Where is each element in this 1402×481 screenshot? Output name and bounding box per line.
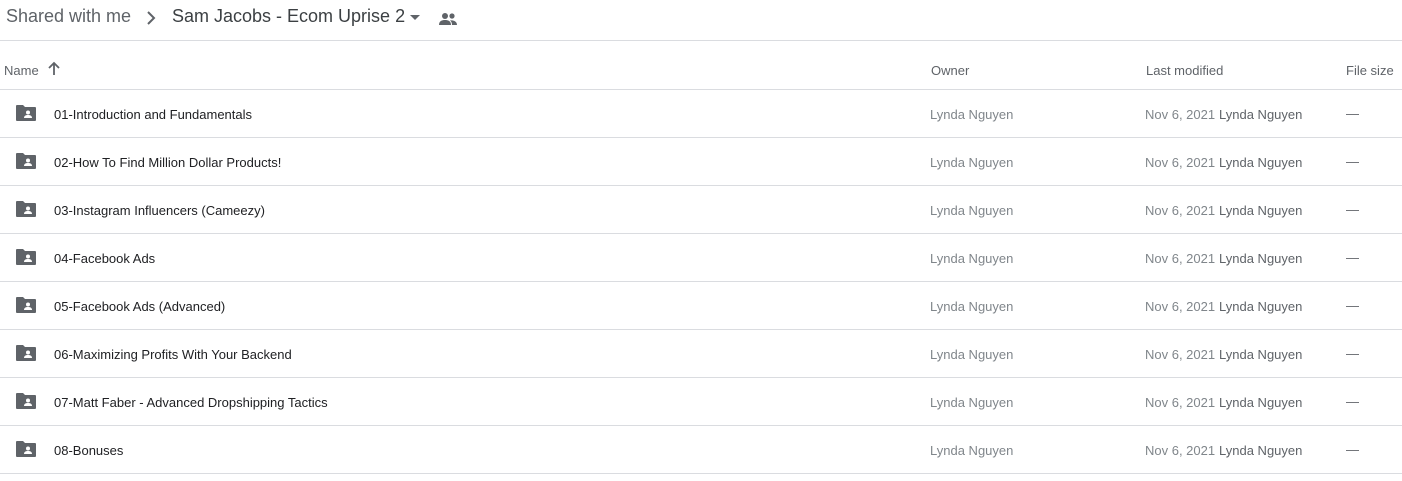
table-row[interactable]: 06-Maximizing Profits With Your Backend …: [0, 330, 1402, 378]
owner-name: Lynda Nguyen: [930, 203, 1014, 218]
modified-by: Lynda Nguyen: [1219, 443, 1303, 458]
modified-by: Lynda Nguyen: [1219, 395, 1303, 410]
file-name: 05-Facebook Ads (Advanced): [54, 299, 226, 314]
owner-name: Lynda Nguyen: [930, 155, 1014, 170]
file-name: 07-Matt Faber - Advanced Dropshipping Ta…: [54, 395, 328, 410]
file-size: —: [1346, 202, 1359, 217]
column-name[interactable]: Name: [4, 63, 39, 78]
arrow-up-icon[interactable]: [46, 61, 62, 77]
table-row[interactable]: 04-Facebook Ads Lynda Nguyen Nov 6, 2021…: [0, 234, 1402, 282]
table-row[interactable]: 05-Facebook Ads (Advanced) Lynda Nguyen …: [0, 282, 1402, 330]
owner-name: Lynda Nguyen: [930, 299, 1014, 314]
file-name: 02-How To Find Million Dollar Products!: [54, 155, 282, 170]
table-row[interactable]: 02-How To Find Million Dollar Products! …: [0, 138, 1402, 186]
column-last-modified[interactable]: Last modified: [1146, 63, 1223, 78]
shared-folder-icon: [16, 105, 36, 121]
shared-folder-icon: [16, 297, 36, 313]
table-row[interactable]: 07-Matt Faber - Advanced Dropshipping Ta…: [0, 378, 1402, 426]
table-row[interactable]: 01-Introduction and Fundamentals Lynda N…: [0, 90, 1402, 138]
breadcrumb: Shared with me Sam Jacobs - Ecom Uprise …: [0, 0, 1402, 41]
column-header-row: Name Owner Last modified File size: [0, 41, 1402, 90]
file-list: 01-Introduction and Fundamentals Lynda N…: [0, 90, 1402, 474]
chevron-right-icon: [147, 11, 156, 25]
modified-date: Nov 6, 2021: [1145, 251, 1216, 266]
modified-date: Nov 6, 2021: [1145, 347, 1216, 362]
caret-down-icon[interactable]: [408, 10, 422, 24]
file-size: —: [1346, 154, 1359, 169]
file-name: 08-Bonuses: [54, 443, 124, 458]
file-size: —: [1346, 346, 1359, 361]
table-row[interactable]: 08-Bonuses Lynda Nguyen Nov 6, 2021 Lynd…: [0, 426, 1402, 474]
file-name: 03-Instagram Influencers (Cameezy): [54, 203, 265, 218]
modified-date: Nov 6, 2021: [1145, 443, 1216, 458]
modified-by: Lynda Nguyen: [1219, 203, 1303, 218]
shared-folder-icon: [16, 441, 36, 457]
column-owner: Owner: [931, 63, 970, 78]
file-size: —: [1346, 394, 1359, 409]
file-size: —: [1346, 298, 1359, 313]
modified-date: Nov 6, 2021: [1145, 107, 1216, 122]
column-file-size[interactable]: File size: [1346, 63, 1394, 78]
owner-name: Lynda Nguyen: [930, 251, 1014, 266]
file-size: —: [1346, 442, 1359, 457]
shared-folder-icon: [16, 345, 36, 361]
modified-date: Nov 6, 2021: [1145, 155, 1216, 170]
file-name: 04-Facebook Ads: [54, 251, 156, 266]
shared-folder-icon: [16, 393, 36, 409]
modified-date: Nov 6, 2021: [1145, 203, 1216, 218]
modified-by: Lynda Nguyen: [1219, 251, 1303, 266]
table-row[interactable]: 03-Instagram Influencers (Cameezy) Lynda…: [0, 186, 1402, 234]
modified-by: Lynda Nguyen: [1219, 299, 1303, 314]
modified-date: Nov 6, 2021: [1145, 395, 1216, 410]
file-size: —: [1346, 106, 1359, 121]
file-name: 06-Maximizing Profits With Your Backend: [54, 347, 292, 362]
owner-name: Lynda Nguyen: [930, 443, 1014, 458]
modified-by: Lynda Nguyen: [1219, 347, 1303, 362]
shared-folder-icon: [16, 201, 36, 217]
people-icon[interactable]: [438, 10, 458, 28]
breadcrumb-current-folder[interactable]: Sam Jacobs - Ecom Uprise 2: [172, 6, 405, 27]
file-size: —: [1346, 250, 1359, 265]
shared-folder-icon: [16, 249, 36, 265]
modified-by: Lynda Nguyen: [1219, 155, 1303, 170]
modified-by: Lynda Nguyen: [1219, 107, 1303, 122]
owner-name: Lynda Nguyen: [930, 347, 1014, 362]
file-name: 01-Introduction and Fundamentals: [54, 107, 253, 122]
shared-folder-icon: [16, 153, 36, 169]
owner-name: Lynda Nguyen: [930, 395, 1014, 410]
owner-name: Lynda Nguyen: [930, 107, 1014, 122]
breadcrumb-shared-with-me[interactable]: Shared with me: [6, 6, 131, 27]
modified-date: Nov 6, 2021: [1145, 299, 1216, 314]
